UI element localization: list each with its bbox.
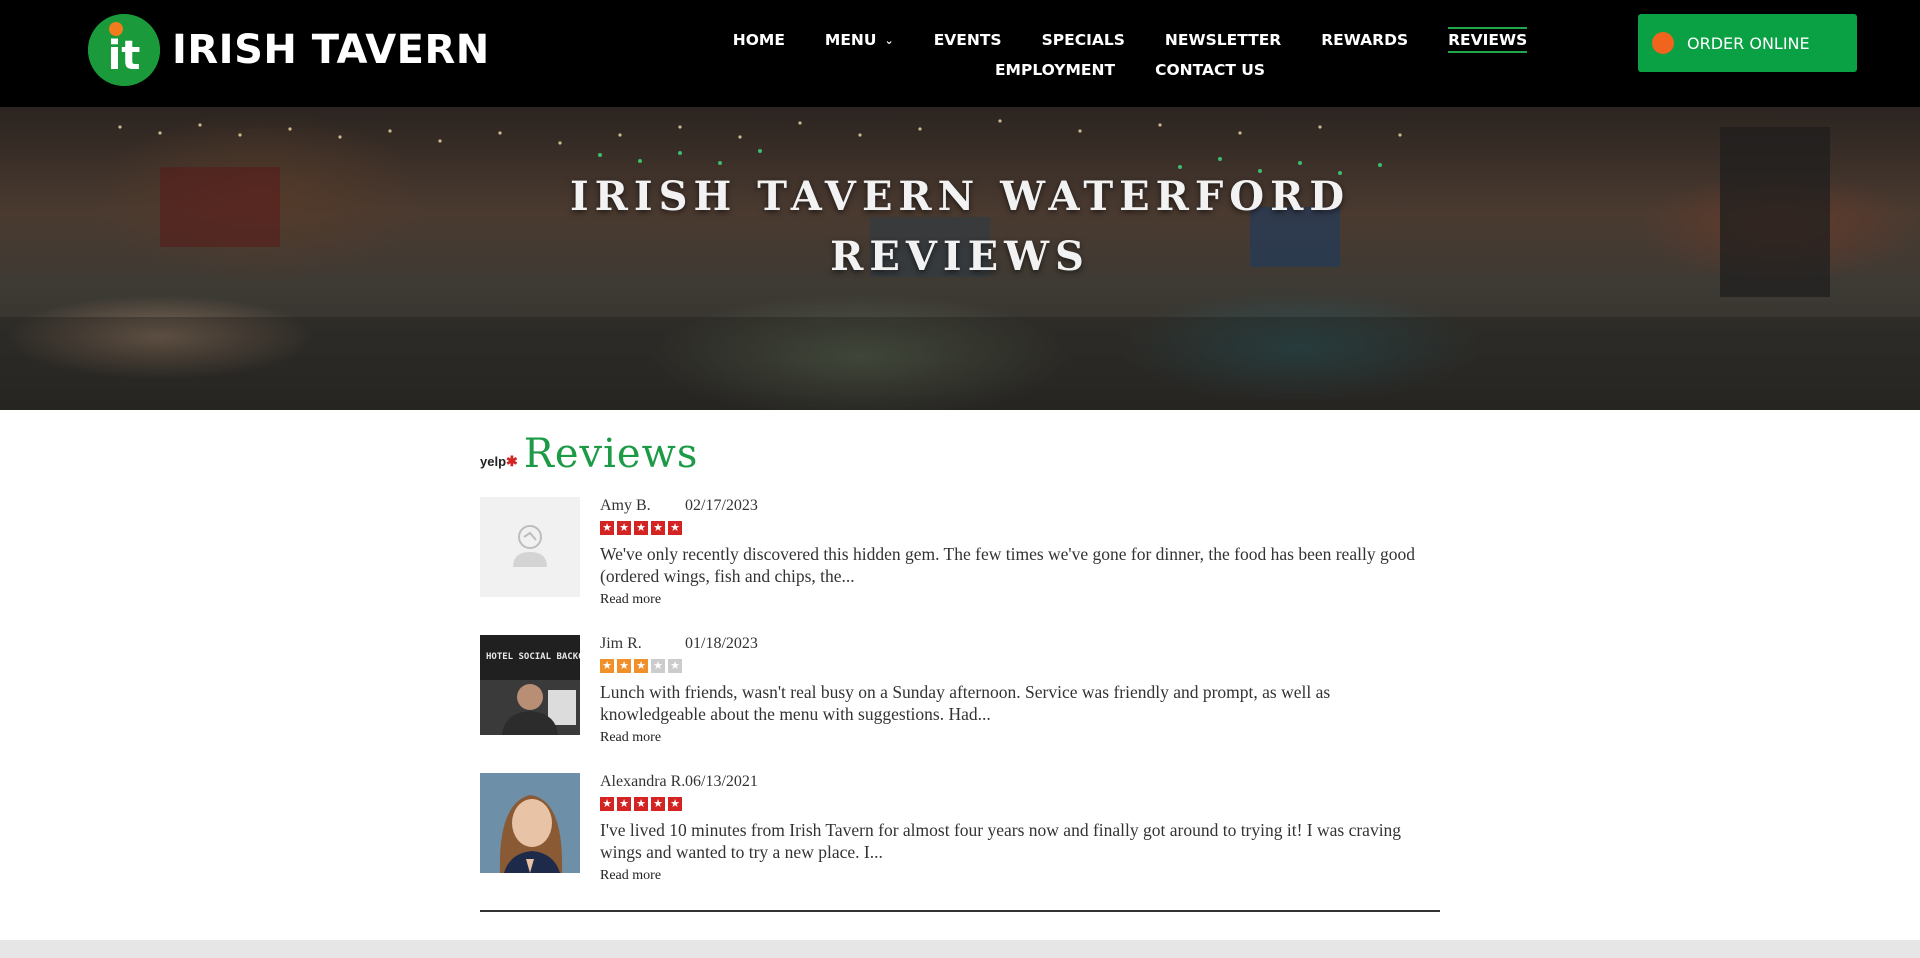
review-date: 06/13/2021 bbox=[685, 773, 758, 790]
review-item: Alexandra R. 06/13/2021 ★ ★ ★ ★ ★ I've lived… bbox=[480, 773, 1440, 883]
hero-title: IRISH TAVERN WATERFORD REVIEWS bbox=[0, 167, 1920, 287]
nav-menu-label: MENU bbox=[824, 31, 877, 49]
order-online-label: ORDER ONLINE bbox=[1687, 33, 1810, 53]
site-logo[interactable]: it IRISH TAVERN bbox=[88, 14, 490, 86]
review-avatar bbox=[480, 773, 580, 873]
nav-employment[interactable]: EMPLOYMENT bbox=[995, 60, 1115, 80]
svg-text:it: it bbox=[108, 33, 141, 79]
review-body: Jim R. 01/18/2023 ★ ★ ★ ★ ★ Lunch with frien… bbox=[600, 635, 1440, 746]
nav-specials[interactable]: SPECIALS bbox=[1042, 30, 1125, 50]
review-text: Lunch with friends, wasn't real busy on … bbox=[600, 682, 1331, 724]
review-date: 01/18/2023 bbox=[685, 635, 758, 652]
section-divider bbox=[480, 910, 1440, 912]
review-item: HOTEL SOCIAL BACKGROU Jim R. 01/18/2023 … bbox=[480, 635, 1440, 745]
order-dot-icon bbox=[1652, 32, 1674, 54]
nav-menu[interactable]: MENU ⌄ bbox=[825, 30, 894, 50]
star-rating: ★ ★ ★ ★ ★ bbox=[600, 797, 1440, 813]
nav-rewards[interactable]: REWARDS bbox=[1321, 30, 1408, 50]
review-text: I've lived 10 minutes from Irish Tavern … bbox=[600, 820, 1402, 862]
star-icon: ★ bbox=[600, 797, 614, 811]
reviewer-name: Amy B. bbox=[600, 497, 651, 514]
reviews-section: yelp✱ Reviews bbox=[480, 430, 1440, 478]
reviewer-photo bbox=[480, 773, 580, 873]
nav-reviews[interactable]: REVIEWS bbox=[1448, 27, 1528, 53]
star-icon: ★ bbox=[617, 797, 631, 811]
read-more-link[interactable]: Read more bbox=[600, 730, 661, 746]
hero-title-line1: IRISH TAVERN WATERFORD bbox=[569, 173, 1351, 220]
star-icon: ★ bbox=[617, 659, 631, 673]
main-nav: HOME MENU ⌄ EVENTS SPECIALS NEWSLETTER RE… bbox=[700, 27, 1560, 80]
star-icon: ★ bbox=[668, 797, 682, 811]
reviewer-name: Alexandra R. bbox=[600, 773, 686, 790]
star-icon: ★ bbox=[651, 797, 665, 811]
star-icon: ★ bbox=[600, 659, 614, 673]
review-avatar: HOTEL SOCIAL BACKGROU bbox=[480, 635, 580, 735]
hero-title-line2: REVIEWS bbox=[830, 233, 1090, 280]
site-header: it IRISH TAVERN HOME MENU ⌄ EVENTS SPECIA… bbox=[0, 0, 1920, 107]
order-online-button[interactable]: ORDER ONLINE bbox=[1638, 14, 1857, 72]
review-body: Amy B. 02/17/2023 ★ ★ ★ ★ ★ We've only recen… bbox=[600, 497, 1440, 608]
star-rating: ★ ★ ★ ★ ★ bbox=[600, 659, 1440, 675]
star-icon: ★ bbox=[634, 797, 648, 811]
read-more-link[interactable]: Read more bbox=[600, 868, 661, 884]
review-body: Alexandra R. 06/13/2021 ★ ★ ★ ★ ★ I've lived… bbox=[600, 773, 1440, 884]
review-avatar bbox=[480, 497, 580, 597]
reviewer-name: Jim R. bbox=[600, 635, 642, 652]
star-icon: ★ bbox=[634, 659, 648, 673]
star-icon: ★ bbox=[600, 521, 614, 535]
reviews-title: Reviews bbox=[523, 431, 699, 477]
reviewer-photo: HOTEL SOCIAL BACKGROU bbox=[480, 635, 580, 735]
nav-events[interactable]: EVENTS bbox=[934, 30, 1002, 50]
review-text: We've only recently discovered this hidd… bbox=[600, 544, 1415, 586]
star-icon: ★ bbox=[668, 521, 682, 535]
yelp-logo[interactable]: yelp✱ bbox=[480, 453, 518, 470]
star-icon: ★ bbox=[634, 521, 648, 535]
review-item: Amy B. 02/17/2023 ★ ★ ★ ★ ★ We've only recen… bbox=[480, 497, 1440, 607]
logo-wordmark: IRISH TAVERN bbox=[172, 27, 490, 73]
yelp-logo-text: yelp bbox=[480, 454, 507, 469]
chevron-down-icon: ⌄ bbox=[884, 34, 894, 47]
star-icon: ★ bbox=[651, 521, 665, 535]
star-icon: ★ bbox=[617, 521, 631, 535]
star-rating: ★ ★ ★ ★ ★ bbox=[600, 521, 1440, 537]
star-icon: ★ bbox=[668, 659, 682, 673]
footer-band bbox=[0, 940, 1920, 958]
star-icon: ★ bbox=[651, 659, 665, 673]
nav-newsletter[interactable]: NEWSLETTER bbox=[1165, 30, 1281, 50]
nav-home[interactable]: HOME bbox=[733, 30, 785, 50]
logo-badge-icon: it bbox=[88, 14, 160, 86]
hero-banner: IRISH TAVERN WATERFORD REVIEWS bbox=[0, 107, 1920, 410]
reviewer-photo-sign-text: HOTEL SOCIAL BACKGROU bbox=[486, 652, 580, 662]
reviews-header: yelp✱ Reviews bbox=[480, 430, 1440, 478]
nav-contact-us[interactable]: CONTACT US bbox=[1155, 60, 1265, 80]
review-date: 02/17/2023 bbox=[685, 497, 758, 514]
read-more-link[interactable]: Read more bbox=[600, 592, 661, 608]
yelp-burst-icon: ✱ bbox=[506, 453, 518, 469]
default-avatar-icon bbox=[480, 497, 580, 597]
